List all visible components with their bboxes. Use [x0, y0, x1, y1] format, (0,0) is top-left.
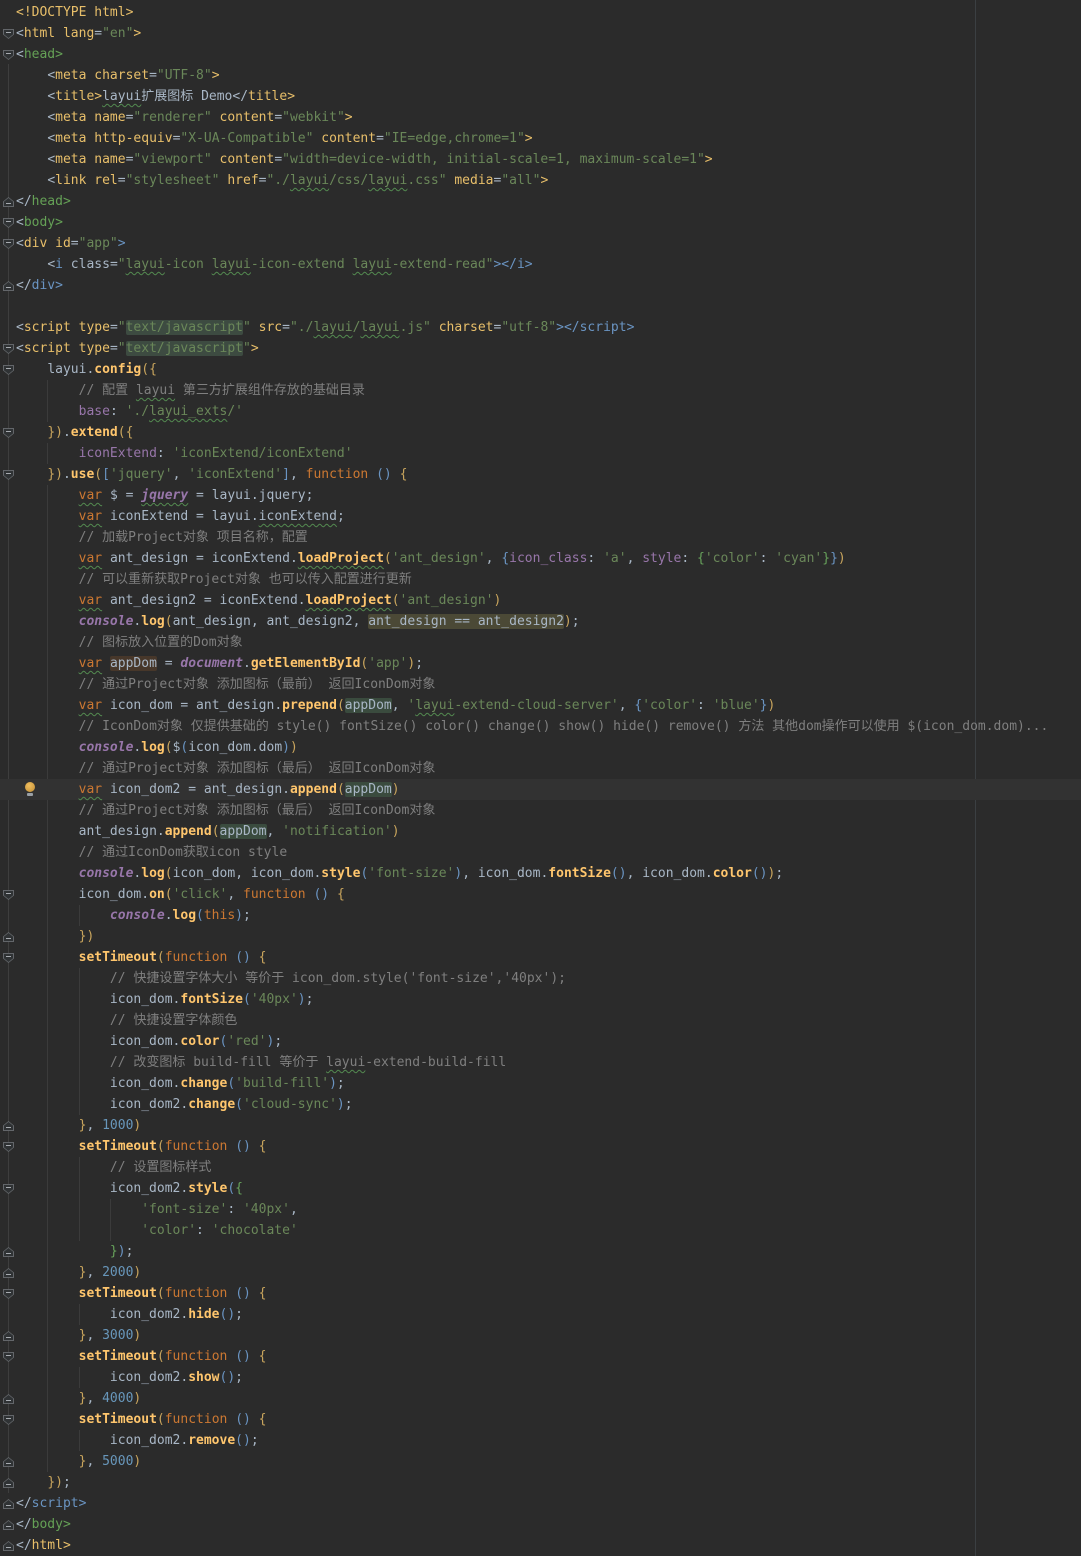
code-line: }, 2000): [0, 1262, 1081, 1283]
code-line: // 通过Project对象 添加图标（最前） 返回IconDom对象: [0, 674, 1081, 695]
code-line: <meta http-equiv="X-UA-Compatible" conte…: [0, 128, 1081, 149]
code-line: <meta charset="UTF-8">: [0, 65, 1081, 86]
code-line: </body>: [0, 1514, 1081, 1535]
code-line-caret: var icon_dom2 = ant_design.append(appDom…: [0, 779, 1081, 800]
code-line: }, 3000): [0, 1325, 1081, 1346]
code-line: <html lang="en">: [0, 23, 1081, 44]
code-line: // 通过IconDom获取icon style: [0, 842, 1081, 863]
code-line: // IconDom对象 仅提供基础的 style() fontSize() c…: [0, 716, 1081, 737]
code-line: <div id="app">: [0, 233, 1081, 254]
code-line: icon_dom.on('click', function () {: [0, 884, 1081, 905]
code-line: icon_dom2.remove();: [0, 1430, 1081, 1451]
code-line: [0, 296, 1081, 317]
code-line: // 通过Project对象 添加图标（最后） 返回IconDom对象: [0, 800, 1081, 821]
code-editor[interactable]: <!DOCTYPE html><html lang="en"><head> <m…: [0, 0, 1081, 1556]
code-line: });: [0, 1241, 1081, 1262]
code-line: icon_dom2.style({: [0, 1178, 1081, 1199]
code-line: <title>layui扩展图标 Demo</title>: [0, 86, 1081, 107]
code-line: icon_dom.change('build-fill');: [0, 1073, 1081, 1094]
code-line: icon_dom2.show();: [0, 1367, 1081, 1388]
code-line: // 改变图标 build-fill 等价于 layui-extend-buil…: [0, 1052, 1081, 1073]
code-line: layui.config({: [0, 359, 1081, 380]
code-line: var ant_design2 = iconExtend.loadProject…: [0, 590, 1081, 611]
code-line: // 设置图标样式: [0, 1157, 1081, 1178]
code-line: }): [0, 926, 1081, 947]
code-line: </head>: [0, 191, 1081, 212]
code-line: icon_dom.fontSize('40px');: [0, 989, 1081, 1010]
code-line: <script type="text/javascript" src="./la…: [0, 317, 1081, 338]
code-line: // 图标放入位置的Dom对象: [0, 632, 1081, 653]
code-line: <body>: [0, 212, 1081, 233]
code-line: console.log(ant_design, ant_design2, ant…: [0, 611, 1081, 632]
code-line: <link rel="stylesheet" href="./layui/css…: [0, 170, 1081, 191]
code-line: </script>: [0, 1493, 1081, 1514]
code-line: // 配置 layui 第三方扩展组件存放的基础目录: [0, 380, 1081, 401]
code-line: // 通过Project对象 添加图标（最后） 返回IconDom对象: [0, 758, 1081, 779]
code-line: console.log($(icon_dom.dom)): [0, 737, 1081, 758]
code-line: icon_dom2.hide();: [0, 1304, 1081, 1325]
code-line: <meta name="viewport" content="width=dev…: [0, 149, 1081, 170]
code-line: <!DOCTYPE html>: [0, 2, 1081, 23]
code-line: <script type="text/javascript">: [0, 338, 1081, 359]
code-line: </div>: [0, 275, 1081, 296]
code-line: var iconExtend = layui.iconExtend;: [0, 506, 1081, 527]
code-line: setTimeout(function () {: [0, 1409, 1081, 1430]
code-line: // 快捷设置字体颜色: [0, 1010, 1081, 1031]
code-line: <head>: [0, 44, 1081, 65]
code-line: var ant_design = iconExtend.loadProject(…: [0, 548, 1081, 569]
code-line: // 快捷设置字体大小 等价于 icon_dom.style('font-siz…: [0, 968, 1081, 989]
code-line: // 可以重新获取Project对象 也可以传入配置进行更新: [0, 569, 1081, 590]
code-line: <meta name="renderer" content="webkit">: [0, 107, 1081, 128]
code-line: base: './layui_exts/': [0, 401, 1081, 422]
code-area[interactable]: <!DOCTYPE html><html lang="en"><head> <m…: [0, 2, 1081, 1556]
code-line: });: [0, 1472, 1081, 1493]
code-line: var icon_dom = ant_design.prepend(appDom…: [0, 695, 1081, 716]
code-line: setTimeout(function () {: [0, 1346, 1081, 1367]
code-line: setTimeout(function () {: [0, 947, 1081, 968]
code-line: }).extend({: [0, 422, 1081, 443]
code-line: // 加载Project对象 项目名称，配置: [0, 527, 1081, 548]
code-line: </html>: [0, 1535, 1081, 1556]
code-line: icon_dom.color('red');: [0, 1031, 1081, 1052]
code-line: <i class="layui-icon layui-icon-extend l…: [0, 254, 1081, 275]
code-line: var appDom = document.getElementById('ap…: [0, 653, 1081, 674]
code-line: setTimeout(function () {: [0, 1136, 1081, 1157]
code-line: icon_dom2.change('cloud-sync');: [0, 1094, 1081, 1115]
code-line: }, 5000): [0, 1451, 1081, 1472]
code-line: ant_design.append(appDom, 'notification'…: [0, 821, 1081, 842]
code-line: var $ = jquery = layui.jquery;: [0, 485, 1081, 506]
code-line: 'color': 'chocolate': [0, 1220, 1081, 1241]
code-line: }, 1000): [0, 1115, 1081, 1136]
code-line: }).use(['jquery', 'iconExtend'], functio…: [0, 464, 1081, 485]
code-line: console.log(icon_dom, icon_dom.style('fo…: [0, 863, 1081, 884]
code-line: iconExtend: 'iconExtend/iconExtend': [0, 443, 1081, 464]
code-line: console.log(this);: [0, 905, 1081, 926]
code-line: 'font-size': '40px',: [0, 1199, 1081, 1220]
code-line: setTimeout(function () {: [0, 1283, 1081, 1304]
code-line: }, 4000): [0, 1388, 1081, 1409]
